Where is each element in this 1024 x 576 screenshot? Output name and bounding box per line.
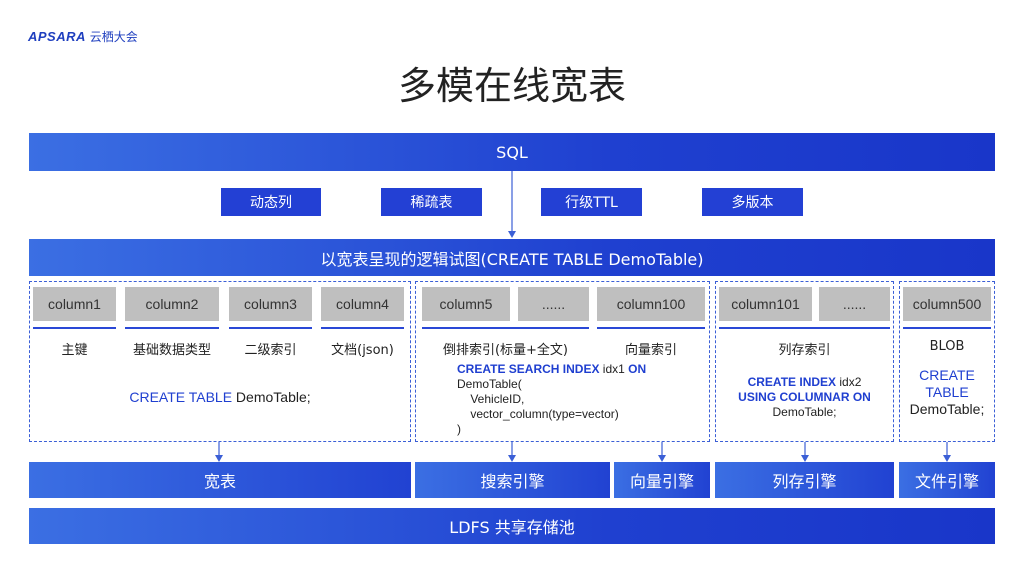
arrowhead xyxy=(943,455,951,462)
arrowhead xyxy=(508,231,516,238)
arrowhead xyxy=(658,455,666,462)
connector-arrows xyxy=(215,171,951,462)
arrowhead xyxy=(215,455,223,462)
arrowhead xyxy=(508,455,516,462)
arrowhead xyxy=(801,455,809,462)
